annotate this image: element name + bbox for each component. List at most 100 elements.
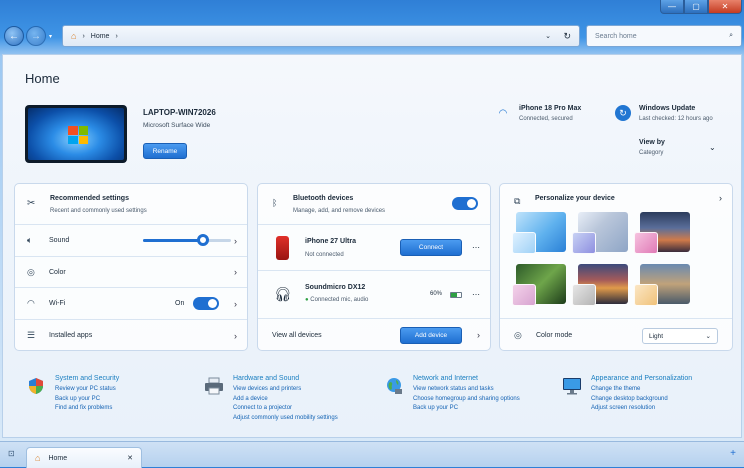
maximize-button[interactable]: ▢ <box>684 0 708 14</box>
refresh-icon[interactable]: ↻ <box>563 31 571 42</box>
address-dropdown-chevron-icon[interactable]: ⌄ <box>545 32 551 40</box>
category-link[interactable]: Change the theme <box>591 385 692 395</box>
breadcrumb-separator: › <box>82 32 85 40</box>
back-button[interactable]: ← <box>4 26 24 46</box>
tab-home[interactable]: ⌂ Home ✕ <box>26 447 142 468</box>
tab-close-icon[interactable]: ✕ <box>127 454 133 462</box>
windows-logo-icon <box>68 126 88 144</box>
globe-icon <box>383 375 405 397</box>
more-options-icon[interactable]: ⋯ <box>472 243 480 252</box>
category-link[interactable]: Back up your PC <box>413 404 520 414</box>
chevron-right-icon[interactable]: › <box>477 330 480 340</box>
device-status: ● Connected mic, audio <box>305 297 368 303</box>
chevron-right-icon[interactable]: › <box>234 331 237 341</box>
tab-list-icon[interactable]: ⊡ <box>8 449 15 458</box>
category-link[interactable]: Add a device <box>233 395 338 405</box>
update-icon: ↻ <box>615 105 631 121</box>
category-title[interactable]: System and Security <box>55 375 119 382</box>
view-by-chevron-down-icon[interactable]: ⌄ <box>709 143 716 152</box>
color-row[interactable]: ◎ Color › <box>15 256 247 287</box>
device-row-iphone[interactable]: iPhone 27 Ultra Not connected Connect ⋯ <box>258 224 490 270</box>
device-image <box>25 105 127 163</box>
phone-name: iPhone 18 Pro Max <box>519 105 582 112</box>
window-controls: — ▢ ✕ <box>660 0 742 14</box>
chevron-right-icon[interactable]: › <box>234 299 237 309</box>
printer-icon <box>203 375 225 397</box>
recent-pages-chevron-icon[interactable]: ▾ <box>49 33 52 40</box>
bluetooth-icon: ᛒ <box>272 198 278 208</box>
connect-button[interactable]: Connect <box>400 239 462 256</box>
monitor-icon <box>561 375 583 397</box>
theme-accent-swatch <box>634 232 658 254</box>
device-name: Soundmicro DX12 <box>305 284 366 291</box>
wifi-icon: ◠ <box>498 107 508 119</box>
category-link[interactable]: Adjust commonly used mobility settings <box>233 414 338 424</box>
sound-label: Sound <box>49 237 70 244</box>
chevron-right-icon[interactable]: › <box>234 267 237 277</box>
close-button[interactable]: ✕ <box>708 0 742 14</box>
windows-update-status[interactable]: ↻ Windows Update Last checked: 12 hours a… <box>615 105 713 122</box>
bluetooth-toggle[interactable] <box>452 197 478 210</box>
phone-connection-status: Connected, secured <box>519 116 573 122</box>
view-by-selector[interactable]: View by Category ⌄ <box>615 139 716 156</box>
category-title[interactable]: Hardware and Sound <box>233 375 338 382</box>
category-link[interactable]: Back up your PC <box>55 395 119 405</box>
color-label: Color <box>49 268 66 276</box>
chevron-right-icon[interactable]: › <box>234 236 237 246</box>
forward-button[interactable]: → <box>26 26 46 46</box>
search-box[interactable]: Search home ⌕ <box>586 25 742 47</box>
more-options-icon[interactable]: ⋯ <box>472 290 480 299</box>
view-all-devices-link[interactable]: View all devices <box>272 332 322 339</box>
home-icon: ⌂ <box>35 453 41 463</box>
installed-apps-label: Installed apps <box>49 332 93 339</box>
category-link[interactable]: Find and fix problems <box>55 404 119 414</box>
apps-list-icon: ☰ <box>27 330 36 340</box>
category-title[interactable]: Network and Internet <box>413 375 520 382</box>
wifi-toggle[interactable] <box>193 297 219 310</box>
volume-slider-thumb[interactable] <box>196 234 209 246</box>
address-bar[interactable]: ⌂ › Home › ⌄ ↻ <box>62 25 580 47</box>
add-device-button[interactable]: Add device <box>400 327 462 344</box>
theme-accent-swatch <box>512 232 536 254</box>
breadcrumb-home[interactable]: Home <box>91 33 110 40</box>
chevron-right-icon[interactable]: › <box>719 193 722 203</box>
color-mode-label: Color mode <box>536 331 573 339</box>
sound-row[interactable]: 🔈︎ Sound › <box>15 224 247 256</box>
tab-bar: ⊡ ⌂ Home ✕ + <box>0 441 744 468</box>
device-name: LAPTOP-WIN72026 <box>143 108 216 117</box>
installed-apps-row[interactable]: ☰ Installed apps › <box>15 319 247 351</box>
device-row-soundmicro[interactable]: 🎧︎ Soundmicro DX12 ● Connected mic, audi… <box>258 270 490 318</box>
control-panel-home: Home LAPTOP-WIN72026 Microsoft Surface W… <box>2 54 742 438</box>
tools-icon: ✂ <box>27 198 36 209</box>
category-link[interactable]: View network status and tasks <box>413 385 520 395</box>
category-title[interactable]: Appearance and Personalization <box>591 375 692 382</box>
search-icon[interactable]: ⌕ <box>729 32 733 40</box>
category-link[interactable]: Adjust screen resolution <box>591 404 692 414</box>
theme-accent-swatch <box>634 284 658 306</box>
category-link[interactable]: Connect to a projector <box>233 404 338 414</box>
category-link[interactable]: Choose homegroup and sharing options <box>413 395 520 405</box>
phone-icon <box>276 235 289 260</box>
search-input[interactable]: Search home <box>595 33 637 40</box>
title-bar: — ▢ ✕ <box>0 0 744 20</box>
category-network-internet: Network and Internet View network status… <box>383 375 520 414</box>
headphones-icon: 🎧︎ <box>274 286 292 302</box>
category-link[interactable]: Change desktop background <box>591 395 692 405</box>
view-by-label: View by <box>639 139 665 146</box>
recommended-title: Recommended settings <box>50 195 129 202</box>
category-system-security: System and Security Review your PC statu… <box>25 375 119 414</box>
battery-icon <box>450 292 462 298</box>
minimize-button[interactable]: — <box>660 0 684 14</box>
palette-icon: ◎ <box>514 329 522 340</box>
category-link[interactable]: View devices and printers <box>233 385 338 395</box>
rename-button[interactable]: Rename <box>143 143 187 159</box>
category-link[interactable]: Review your PC status <box>55 385 119 395</box>
wifi-row[interactable]: ◠ Wi-Fi On › <box>15 287 247 319</box>
device-name: iPhone 27 Ultra <box>305 238 356 245</box>
personalize-card: ⧉ Personalize your device › ◎ Color mode… <box>499 183 733 351</box>
device-model: Microsoft Surface Wide <box>143 122 211 129</box>
phone-status[interactable]: ◠ iPhone 18 Pro Max Connected, secured <box>495 105 582 122</box>
volume-slider[interactable] <box>143 234 231 246</box>
new-tab-button[interactable]: + <box>730 448 736 459</box>
color-mode-dropdown[interactable]: Light ⌄ <box>642 328 718 344</box>
